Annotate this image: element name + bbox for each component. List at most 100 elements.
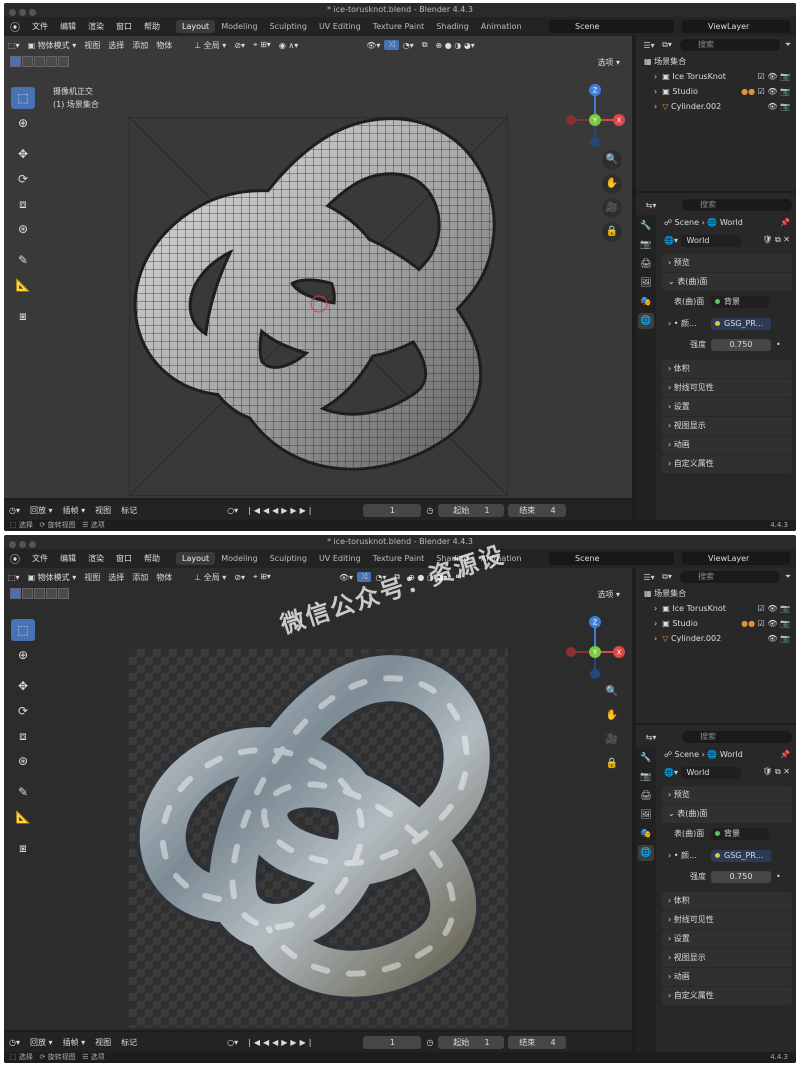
view-layer-tab-icon[interactable]: 🖼 <box>638 807 654 823</box>
marker-menu[interactable]: 标记 <box>116 1037 142 1048</box>
scene-tab-icon[interactable]: 🎭 <box>638 294 654 310</box>
row-toggle-icons[interactable]: 👁 📷 <box>767 99 790 114</box>
menu-file[interactable]: 文件 <box>26 21 54 32</box>
transform-tool-icon[interactable]: ⊛ <box>11 218 35 240</box>
current-frame-field[interactable]: 1 <box>363 1035 422 1049</box>
section-viewport-display[interactable]: › 视图显示 <box>662 417 792 435</box>
menu-window[interactable]: 窗口 <box>110 21 138 32</box>
surface-shader-field[interactable]: 背景 <box>711 296 769 308</box>
overlay-toggle-icon[interactable]: ◔▾ <box>399 41 418 50</box>
navigation-gizmo[interactable]: Z X Y <box>557 614 632 690</box>
timeline-editor-icon[interactable]: ◷▾ <box>4 1038 25 1047</box>
section-viewport-display[interactable]: › 视图显示 <box>662 949 792 967</box>
tab-texture-paint[interactable]: Texture Paint <box>367 20 431 33</box>
section-custom-props[interactable]: › 自定义属性 <box>662 455 792 473</box>
options-button[interactable]: 选项 ▾ <box>597 589 620 600</box>
pan-hand-icon[interactable]: ✋ <box>602 706 622 726</box>
section-custom-props[interactable]: › 自定义属性 <box>662 987 792 1005</box>
cursor-tool-icon[interactable]: ⊕ <box>11 112 35 134</box>
transform-orientation[interactable]: ⊥ 全局 ▾ <box>190 572 230 583</box>
surface-shader-field[interactable]: 背景 <box>711 828 769 840</box>
scene-tab-icon[interactable]: 🎭 <box>638 826 654 842</box>
add-cube-tool-icon[interactable]: ⧆ <box>11 305 35 327</box>
playback-menu[interactable]: 回放 ▾ <box>25 1037 58 1048</box>
menu-view[interactable]: 视图 <box>80 40 104 51</box>
clock-icon[interactable]: ◷ <box>421 1038 438 1047</box>
playback-menu[interactable]: 回放 ▾ <box>25 505 58 516</box>
playback-controls[interactable]: |◀◀◀▶▶▶| <box>243 506 319 515</box>
navigation-gizmo[interactable]: Z X Y <box>557 82 632 158</box>
select-box-tool-icon[interactable]: ⬚ <box>11 87 35 109</box>
snap-icon[interactable]: ⌖ ⊞▾ <box>249 572 275 582</box>
menu-edit[interactable]: 编辑 <box>54 21 82 32</box>
keyframe-dot-icon[interactable]: • <box>776 336 781 354</box>
blender-logo-icon[interactable]: ⦿ <box>4 19 26 34</box>
transform-orientation[interactable]: ⊥ 全局 ▾ <box>190 40 230 51</box>
list-item[interactable]: › ▽ Cylinder.002 👁 📷 <box>636 99 796 114</box>
datablock-buttons[interactable]: 🛡 ⧉ ✕ <box>762 235 790 245</box>
world-name-field[interactable]: World <box>680 235 741 247</box>
keying-menu[interactable]: 插帧 ▾ <box>58 505 91 516</box>
menu-select[interactable]: 选择 <box>104 572 128 583</box>
camera-icon[interactable]: 🎥 <box>602 198 622 218</box>
editor-type-icon[interactable]: ⬚▾ <box>4 41 24 50</box>
color-texture-field[interactable]: GSG_PR... <box>711 318 771 330</box>
section-surface[interactable]: ⌄ 表(曲)面 <box>662 805 792 823</box>
zoom-icon[interactable]: 🔍 <box>602 150 622 170</box>
menu-object[interactable]: 物体 <box>152 40 176 51</box>
tab-layout[interactable]: Layout <box>176 552 216 565</box>
lock-icon[interactable]: 🔒 <box>602 754 622 774</box>
menu-view[interactable]: 视图 <box>80 572 104 583</box>
end-frame-field[interactable]: 结束 4 <box>508 1035 567 1049</box>
menu-help[interactable]: 帮助 <box>138 21 166 32</box>
blender-logo-icon[interactable]: ⦿ <box>4 551 26 566</box>
row-toggle-icons[interactable]: ☑ 👁 📷 <box>758 601 790 616</box>
scene-selector[interactable]: Scene <box>549 20 674 33</box>
world-tab-icon[interactable]: 🌐 <box>638 845 654 861</box>
visibility-icon[interactable]: 👁▾ <box>362 41 384 50</box>
world-icon[interactable]: 🌐▾ <box>664 236 678 245</box>
tool-tab-icon[interactable]: 🔧 <box>638 750 654 766</box>
tab-uv-editing[interactable]: UV Editing <box>313 20 367 33</box>
scale-tool-icon[interactable]: ⧈ <box>11 725 35 747</box>
move-tool-icon[interactable]: ✥ <box>11 143 35 165</box>
menu-select[interactable]: 选择 <box>104 40 128 51</box>
mode-selector[interactable]: ▣ 物体模式 ▾ <box>24 572 81 583</box>
world-icon[interactable]: 🌐▾ <box>664 768 678 777</box>
menu-add[interactable]: 添加 <box>128 40 152 51</box>
tab-modeling[interactable]: Modeling <box>215 20 263 33</box>
tab-modeling[interactable]: Modeling <box>215 552 263 565</box>
select-mode-buttons[interactable] <box>10 56 69 67</box>
menu-help[interactable]: 帮助 <box>138 553 166 564</box>
proportional-icon[interactable]: ◉ ∧▾ <box>275 41 302 50</box>
list-item[interactable]: › ▽ Cylinder.002 👁 📷 <box>636 631 796 646</box>
playback-controls[interactable]: |◀◀◀▶▶▶| <box>243 1038 319 1047</box>
options-button[interactable]: 选项 ▾ <box>597 57 620 68</box>
list-item[interactable]: › ▣ Studio ●● ☑ 👁 📷 <box>636 84 796 99</box>
datablock-buttons[interactable]: 🛡 ⧉ ✕ <box>762 767 790 777</box>
outliner-root[interactable]: ▦ 场景集合 <box>636 586 796 601</box>
add-cube-tool-icon[interactable]: ⧆ <box>11 837 35 859</box>
select-box-tool-icon[interactable]: ⬚ <box>11 619 35 641</box>
timeline-editor-icon[interactable]: ◷▾ <box>4 506 25 515</box>
rotate-tool-icon[interactable]: ⟳ <box>11 700 35 722</box>
menu-edit[interactable]: 编辑 <box>54 553 82 564</box>
render-tab-icon[interactable]: 📷 <box>638 769 654 785</box>
view-layer-selector[interactable]: ViewLayer <box>682 552 790 565</box>
marker-menu[interactable]: 标记 <box>116 505 142 516</box>
keying-menu[interactable]: 插帧 ▾ <box>58 1037 91 1048</box>
tab-animation[interactable]: Animation <box>475 20 528 33</box>
display-mode-icon[interactable]: ⧉▾ <box>658 40 676 50</box>
scale-tool-icon[interactable]: ⧈ <box>11 193 35 215</box>
move-tool-icon[interactable]: ✥ <box>11 675 35 697</box>
strength-field[interactable]: 0.750 <box>711 339 771 351</box>
section-preview[interactable]: › 预览 <box>662 254 792 272</box>
current-frame-field[interactable]: 1 <box>363 503 422 517</box>
strength-field[interactable]: 0.750 <box>711 871 771 883</box>
section-settings[interactable]: › 设置 <box>662 930 792 948</box>
section-ray-visibility[interactable]: › 射线可见性 <box>662 379 792 397</box>
timeline-view-menu[interactable]: 视图 <box>90 505 116 516</box>
outliner-editor-icon[interactable]: ☰▾ <box>640 573 658 582</box>
end-frame-field[interactable]: 结束 4 <box>508 503 567 517</box>
start-frame-field[interactable]: 起始 1 <box>438 1035 505 1049</box>
